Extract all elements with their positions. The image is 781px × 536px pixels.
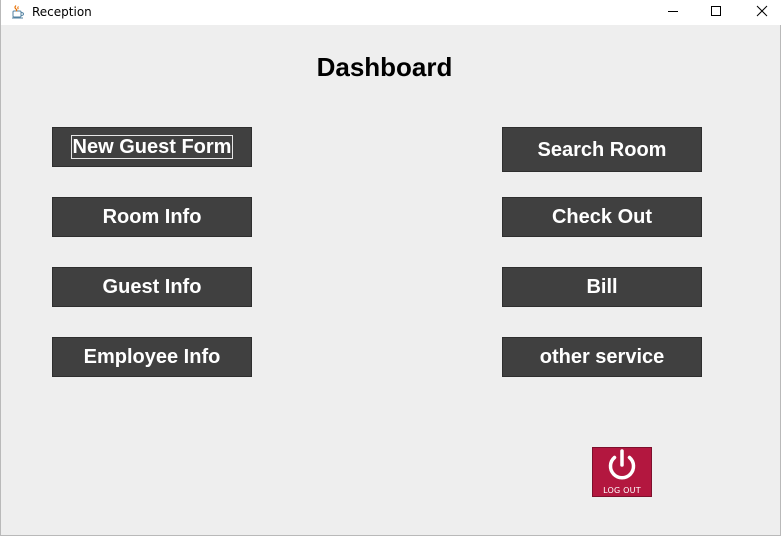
bill-button[interactable]: Bill xyxy=(502,267,702,307)
new-guest-form-label: New Guest Form xyxy=(70,135,234,159)
search-room-label: Search Room xyxy=(537,138,667,161)
maximize-icon xyxy=(710,4,722,22)
room-info-button[interactable]: Room Info xyxy=(52,197,252,237)
search-room-button[interactable]: Search Room xyxy=(502,127,702,172)
page-title: Dashboard xyxy=(316,52,453,82)
guest-info-label: Guest Info xyxy=(102,276,202,298)
check-out-button[interactable]: Check Out xyxy=(502,197,702,237)
window-title: Reception xyxy=(32,5,92,19)
logout-label: LOG OUT xyxy=(603,486,641,495)
bill-label: Bill xyxy=(586,276,618,298)
guest-info-button[interactable]: Guest Info xyxy=(52,267,252,307)
maximize-button[interactable] xyxy=(693,0,739,25)
minimize-icon xyxy=(667,4,679,22)
close-button[interactable] xyxy=(739,0,781,25)
logout-button[interactable]: LOG OUT xyxy=(592,447,652,497)
other-service-button[interactable]: other service xyxy=(502,337,702,377)
java-cup-icon xyxy=(10,4,25,19)
new-guest-form-button[interactable]: New Guest Form xyxy=(52,127,252,167)
check-out-label: Check Out xyxy=(551,206,653,228)
employee-info-button[interactable]: Employee Info xyxy=(52,337,252,377)
other-service-label: other service xyxy=(539,346,665,368)
minimize-button[interactable] xyxy=(650,0,696,25)
reception-window: Reception Dashboard New Guest Form Room … xyxy=(0,0,781,536)
employee-info-label: Employee Info xyxy=(83,346,221,368)
close-icon xyxy=(756,4,768,22)
room-info-label: Room Info xyxy=(102,206,202,228)
title-bar[interactable]: Reception xyxy=(1,0,781,25)
